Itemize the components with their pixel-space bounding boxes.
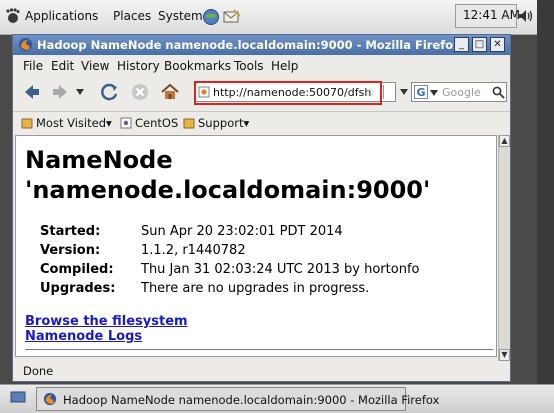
title-bar[interactable]: Hadoop NameNode namenode.localdomain:900…	[13, 35, 510, 55]
started-label: Started:	[40, 224, 101, 239]
menu-help[interactable]: Help	[271, 59, 298, 73]
reload-icon[interactable]	[99, 81, 121, 103]
browse-filesystem-link[interactable]: Browse the filesystem	[25, 314, 188, 329]
menu-bar: File Edit View History Bookmarks Tools H…	[13, 56, 510, 76]
heading-line-2: 'namenode.localdomain:9000'	[25, 176, 431, 204]
horizontal-rule	[25, 349, 493, 350]
version-label: Version:	[40, 243, 101, 258]
engine-dropdown-icon[interactable]	[430, 90, 438, 96]
version-value: 1.1.2, r1440782	[141, 243, 246, 258]
menu-bookmarks[interactable]: Bookmarks	[164, 59, 231, 73]
bottom-taskbar: Hadoop NameNode namenode.localdomain:900…	[0, 384, 554, 413]
menu-edit[interactable]: Edit	[51, 59, 74, 73]
page-heading: NameNode 'namenode.localdomain:9000'	[25, 145, 430, 205]
support-folder-icon	[183, 118, 195, 129]
system-menu[interactable]: System	[158, 9, 203, 23]
search-input[interactable]: Google	[442, 86, 481, 99]
scroll-down-arrow-icon[interactable]: ▼	[499, 349, 510, 361]
stop-icon[interactable]	[129, 81, 151, 103]
search-magnifier-icon[interactable]	[492, 86, 505, 99]
status-bar: Done	[13, 361, 510, 381]
support-label: Support	[198, 116, 244, 130]
bookmark-most-visited[interactable]: Most Visited▾	[36, 116, 112, 130]
places-menu[interactable]: Places	[113, 9, 151, 23]
taskbar-window-label: Hadoop NameNode namenode.localdomain:900…	[63, 393, 440, 407]
taskbar-window-button[interactable]: Hadoop NameNode namenode.localdomain:900…	[36, 387, 439, 411]
close-button[interactable]: ✕	[490, 37, 505, 52]
history-dropdown-icon[interactable]	[75, 88, 85, 96]
upgrades-label: Upgrades:	[40, 281, 116, 296]
volume-icon[interactable]	[518, 8, 536, 24]
firefox-icon	[18, 37, 33, 52]
bookmark-support[interactable]: Support▾	[198, 116, 249, 130]
taskbar-firefox-icon	[43, 392, 57, 406]
maximize-button[interactable]: □	[472, 37, 487, 52]
url-dropdown-divider	[383, 85, 396, 99]
menu-view[interactable]: View	[81, 59, 109, 73]
page-content: NameNode 'namenode.localdomain:9000' Sta…	[15, 135, 497, 357]
vertical-scrollbar[interactable]: ▲ ▼	[498, 135, 510, 361]
applications-menu[interactable]: Applications	[25, 9, 98, 23]
firefox-window: Hadoop NameNode namenode.localdomain:900…	[12, 34, 511, 382]
url-annotation-box	[194, 81, 382, 105]
bookmark-centos[interactable]: CentOS	[135, 116, 178, 130]
heading-line-1: NameNode	[25, 146, 173, 174]
panel-clock[interactable]: 12:41 AM	[463, 8, 520, 22]
show-desktop-icon[interactable]	[10, 391, 26, 405]
namenode-logs-link[interactable]: Namenode Logs	[25, 329, 142, 344]
menu-tools[interactable]: Tools	[234, 59, 264, 73]
desktop-edge	[537, 0, 554, 412]
back-arrow-icon[interactable]	[21, 81, 43, 103]
url-dropdown-icon[interactable]	[399, 88, 409, 96]
upgrades-value: There are no upgrades in progress.	[141, 281, 370, 296]
compiled-value: Thu Jan 31 02:03:24 UTC 2013 by hortonfo	[141, 262, 420, 277]
home-icon[interactable]	[159, 81, 181, 103]
bookmarks-toolbar: Most Visited▾ CentOS Support▾	[13, 111, 510, 134]
email-launcher-icon[interactable]	[222, 8, 242, 26]
started-value: Sun Apr 20 23:02:01 PDT 2014	[141, 224, 343, 239]
search-box[interactable]: G Google	[411, 82, 507, 102]
menu-history[interactable]: History	[117, 59, 160, 73]
window-title: Hadoop NameNode namenode.localdomain:900…	[37, 38, 461, 52]
most-visited-folder-icon	[21, 118, 33, 129]
top-panel: Applications Places System 12:41 AM	[0, 0, 554, 35]
centos-page-icon	[120, 117, 132, 129]
gnome-foot-icon	[6, 8, 20, 23]
menu-file[interactable]: File	[23, 59, 43, 73]
google-engine-icon[interactable]: G	[414, 85, 428, 99]
compiled-label: Compiled:	[40, 262, 114, 277]
minimize-button[interactable]: _	[454, 37, 469, 52]
browser-launcher-icon[interactable]	[202, 8, 220, 26]
scroll-up-arrow-icon[interactable]: ▲	[499, 135, 510, 147]
most-visited-label: Most Visited	[36, 116, 106, 130]
status-text: Done	[23, 364, 54, 378]
forward-arrow-icon[interactable]	[49, 81, 71, 103]
